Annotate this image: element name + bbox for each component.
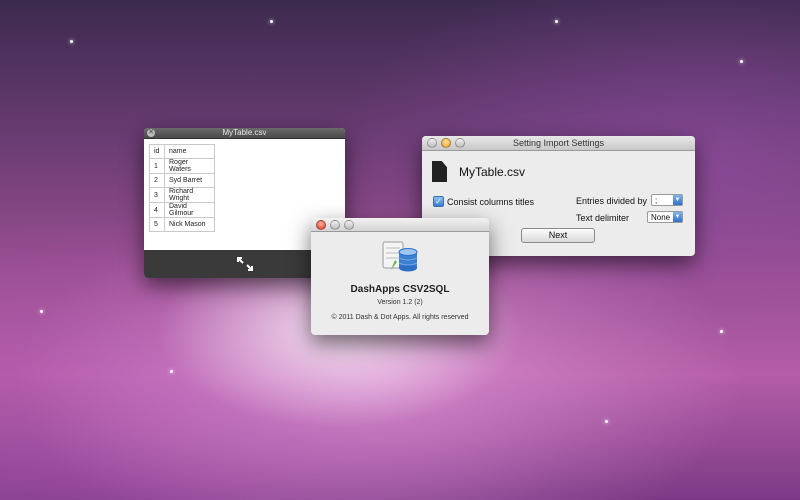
minimize-icon[interactable] xyxy=(330,220,340,230)
cell-id: 5 xyxy=(149,217,165,232)
app-icon xyxy=(382,241,418,272)
star xyxy=(170,370,173,373)
next-button[interactable]: Next xyxy=(521,228,595,243)
settings-window-titlebar[interactable]: Setting Import Settings xyxy=(422,136,695,151)
table-row[interactable]: 1 Roger Waters xyxy=(149,158,215,174)
star xyxy=(555,20,558,23)
file-name: MyTable.csv xyxy=(459,165,526,179)
consist-columns-checkbox[interactable]: ✓ Consist columns titles xyxy=(433,196,534,207)
star xyxy=(270,20,273,23)
table-row[interactable]: 5 Nick Mason xyxy=(149,217,215,232)
table-header-row: id name xyxy=(149,144,215,159)
cell-id: 4 xyxy=(149,202,165,218)
document-icon xyxy=(432,161,447,182)
checkmark-icon[interactable]: ✓ xyxy=(433,196,444,207)
cell-name: David Gilmour xyxy=(164,202,215,218)
star xyxy=(605,420,608,423)
column-header-id: id xyxy=(149,144,165,159)
text-delimiter-value: None xyxy=(651,213,671,222)
close-icon[interactable] xyxy=(316,220,326,230)
table-row[interactable]: 2 Syd Barret xyxy=(149,173,215,188)
app-name: DashApps CSV2SQL xyxy=(350,284,450,295)
zoom-icon[interactable] xyxy=(344,220,354,230)
app-version: Version 1.2 (2) xyxy=(377,299,423,306)
entries-divided-select[interactable]: ; ▼ xyxy=(651,194,683,206)
about-window-titlebar[interactable] xyxy=(311,218,489,232)
star xyxy=(40,310,43,313)
zoom-icon[interactable] xyxy=(455,138,465,148)
settings-window-title: Setting Import Settings xyxy=(512,138,605,148)
text-delimiter-select[interactable]: None ▼ xyxy=(647,211,683,223)
text-delimiter-label: Text delimiter xyxy=(576,213,630,223)
copyright-text: © 2011 Dash & Dot Apps. All rights reser… xyxy=(331,314,469,321)
minimize-icon[interactable] xyxy=(441,138,451,148)
cell-name: Nick Mason xyxy=(164,217,215,232)
close-icon[interactable] xyxy=(427,138,437,148)
cell-id: 3 xyxy=(149,187,165,203)
entries-divided-label: Entries divided by xyxy=(576,196,648,206)
star xyxy=(70,40,73,43)
cell-id: 1 xyxy=(149,158,165,174)
cell-name: Roger Waters xyxy=(164,158,215,174)
table-row[interactable]: 4 David Gilmour xyxy=(149,202,215,218)
chevron-down-icon: ▼ xyxy=(673,212,682,222)
table-window-titlebar[interactable]: ✕ MyTable.csv xyxy=(144,128,345,139)
about-window: DashApps CSV2SQL Version 1.2 (2) © 2011 … xyxy=(311,218,489,335)
close-icon[interactable]: ✕ xyxy=(147,129,155,137)
chevron-down-icon: ▼ xyxy=(673,195,682,205)
column-header-name: name xyxy=(164,144,215,159)
resize-icon[interactable] xyxy=(235,255,255,273)
entries-divided-value: ; xyxy=(655,196,658,205)
cell-id: 2 xyxy=(149,173,165,188)
csv-table: id name 1 Roger Waters 2 Syd Barret 3 Ri… xyxy=(149,144,215,232)
star xyxy=(740,60,743,63)
cell-name: Syd Barret xyxy=(164,173,215,188)
consist-columns-label: Consist columns titles xyxy=(447,196,535,207)
table-window-title: MyTable.csv xyxy=(222,128,267,137)
table-row[interactable]: 3 Richard Wright xyxy=(149,187,215,203)
star xyxy=(720,330,723,333)
cell-name: Richard Wright xyxy=(164,187,215,203)
